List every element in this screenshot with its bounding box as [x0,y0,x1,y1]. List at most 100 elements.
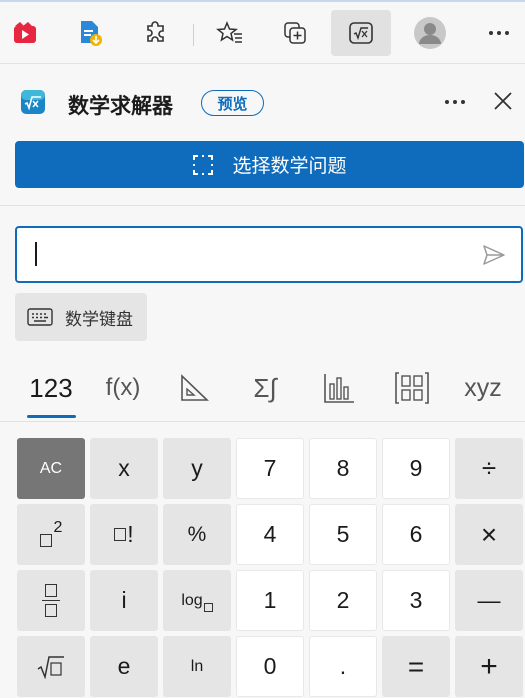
placeholder-box-icon [114,528,127,541]
key-multiply-label: × [480,518,498,550]
favorites-button[interactable] [205,10,255,56]
key-ac[interactable]: AC [17,438,85,499]
key-1-label: 1 [263,587,277,613]
extensions-button[interactable] [131,10,181,56]
tab-calculus[interactable]: Σ∫ [240,360,290,416]
key-y[interactable]: y [163,438,231,499]
key-6-label: 6 [409,521,423,547]
profile-avatar-icon [414,17,446,49]
keyboard-tabs: 123 f(x) Σ∫ xyz [0,360,525,422]
key-factorial[interactable]: ! [90,504,158,565]
tab-variables-label: xyz [464,373,502,402]
key-3-label: 3 [409,587,423,613]
key-square-exponent: 2 [53,518,63,536]
close-icon[interactable] [492,90,514,112]
profile-button[interactable] [405,10,455,56]
key-multiply[interactable]: × [455,504,523,565]
key-9-label: 9 [409,455,423,481]
key-4-label: 4 [263,521,277,547]
key-factorial-label: ! [127,521,134,547]
tab-calculus-label: Σ∫ [253,372,277,403]
key-0-label: 0 [263,653,277,679]
send-icon[interactable] [482,244,506,266]
key-0[interactable]: 0 [236,636,304,697]
key-decimal[interactable]: . [309,636,377,697]
tab-statistics[interactable] [318,360,360,416]
fraction-bar [42,599,60,602]
key-9[interactable]: 9 [382,438,450,499]
key-i[interactable]: i [90,570,158,631]
key-i-label: i [121,587,127,613]
key-ln-label: ln [190,657,204,675]
key-plus[interactable]: + [455,636,523,697]
math-input[interactable] [31,241,471,269]
math-input-box[interactable] [15,226,523,283]
key-1[interactable]: 1 [236,570,304,631]
key-divide-label: ÷ [481,453,497,483]
key-2[interactable]: 2 [309,570,377,631]
key-log[interactable]: log [163,570,231,631]
active-tab-indicator [27,415,76,418]
key-percent[interactable]: % [163,504,231,565]
key-4[interactable]: 4 [236,504,304,565]
math-keyboard-button[interactable]: 数学键盘 [15,293,147,341]
collections-icon [284,22,306,44]
tab-numbers[interactable]: 123 [20,360,82,416]
favorites-icon [216,21,242,43]
select-math-problem-label: 选择数学问题 [232,156,347,177]
key-fraction[interactable] [17,570,85,631]
panel-title: 数学求解器 [68,95,173,118]
tab-geometry[interactable] [172,360,216,416]
math-keyboard-label: 数学键盘 [65,309,133,329]
key-ac-label: AC [39,459,63,477]
browser-toolbar [0,0,525,64]
collections-button[interactable] [270,10,320,56]
tab-variables[interactable]: xyz [457,360,509,416]
key-plus-label: + [480,649,498,683]
key-y-label: y [191,455,203,481]
key-5[interactable]: 5 [309,504,377,565]
key-sqrt[interactable] [17,636,85,697]
tab-functions[interactable]: f(x) [97,360,149,416]
math-solver-button[interactable] [331,10,391,56]
key-7[interactable]: 7 [236,438,304,499]
math-solver-icon [349,22,373,44]
key-6[interactable]: 6 [382,504,450,565]
placeholder-box-icon [39,534,52,547]
screen-select-icon [193,154,214,175]
key-8-label: 8 [336,455,350,481]
key-x[interactable]: x [90,438,158,499]
more-options-button[interactable] [474,10,524,56]
key-e-label: e [117,653,131,679]
key-decimal-label: . [339,653,347,679]
key-8[interactable]: 8 [309,438,377,499]
video-icon [14,22,36,43]
keyboard-icon [27,308,53,326]
more-options-icon [489,31,509,35]
file-download-icon [81,21,102,46]
square-root-icon [37,655,64,679]
key-ln[interactable]: ln [163,636,231,697]
triangle-ruler-icon [181,374,209,401]
key-equals[interactable]: = [382,636,450,697]
key-minus[interactable]: — [455,570,523,631]
tab-numbers-label: 123 [29,372,73,403]
file-download-button[interactable] [65,10,115,56]
key-e[interactable]: e [90,636,158,697]
text-caret [35,242,37,266]
log-base-box-icon [203,603,213,612]
key-7-label: 7 [263,455,277,481]
key-square[interactable]: 2 [17,504,85,565]
video-button[interactable] [0,10,50,56]
key-minus-label: — [477,587,501,613]
key-divide[interactable]: ÷ [455,438,523,499]
tab-matrix[interactable] [391,360,433,416]
select-math-problem-button[interactable]: 选择数学问题 [15,141,524,188]
key-percent-label: % [187,522,207,546]
denominator-box-icon [45,604,57,618]
matrix-icon [395,372,429,404]
key-3[interactable]: 3 [382,570,450,631]
more-icon[interactable] [440,92,470,112]
section-divider [0,205,525,206]
toolbar-separator [193,24,194,46]
